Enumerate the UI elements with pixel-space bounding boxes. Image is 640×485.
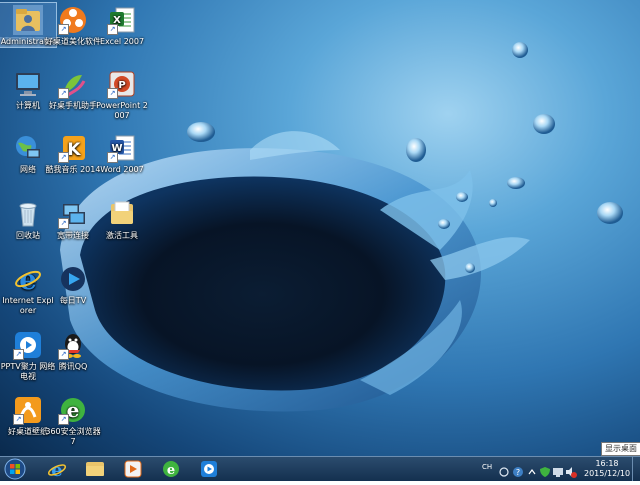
network-icon: [13, 133, 43, 163]
system-clock[interactable]: 16:18 2015/12/10: [584, 459, 630, 479]
clock-time: 16:18: [595, 459, 619, 468]
clock-date: 2015/12/10: [584, 469, 631, 478]
desktop-icon-excel[interactable]: X ↗ Excel 2007: [94, 3, 150, 47]
shortcut-arrow-icon: ↗: [13, 414, 24, 425]
computer-icon: [13, 69, 43, 99]
svg-text:e: e: [167, 463, 175, 478]
svg-text:?: ?: [516, 468, 520, 477]
taskbar-pptv-button[interactable]: [192, 459, 226, 479]
wallpaper-icon: ↗: [13, 395, 43, 425]
start-button[interactable]: [2, 457, 28, 481]
flower-icon: ↗: [58, 5, 88, 35]
taskbar-ie-button[interactable]: e: [40, 459, 74, 481]
show-desktop-tooltip: 显示桌面: [601, 442, 640, 456]
windows-logo-icon: [4, 458, 26, 480]
shortcut-arrow-icon: ↗: [107, 152, 118, 163]
word-icon: W ↗: [107, 133, 137, 163]
svg-text:P: P: [118, 80, 125, 91]
user-folder-icon: [13, 5, 43, 35]
taskbar-explorer-button[interactable]: [78, 459, 112, 479]
shortcut-arrow-icon: ↗: [107, 88, 118, 99]
excel-icon: X ↗: [107, 5, 137, 35]
svg-text:e: e: [19, 264, 37, 294]
svg-text:K: K: [67, 140, 81, 160]
ie-icon: e: [47, 460, 67, 481]
taskbar-media-player-button[interactable]: [116, 459, 150, 479]
desktop-icon-qq[interactable]: ↗ 腾讯QQ: [45, 328, 101, 372]
desktop-icon-broadband[interactable]: ↗ 宽带连接: [45, 197, 101, 241]
desktop-icon-phone-assistant[interactable]: ↗ 好桌手机助手: [45, 67, 101, 111]
folder-icon: [86, 462, 104, 476]
desktop-icon-activation-tools[interactable]: 激活工具: [94, 197, 150, 241]
desktop[interactable]: Administrator 计算机 网络 回收站 e Internet Expl…: [0, 0, 640, 456]
shortcut-arrow-icon: ↗: [58, 414, 69, 425]
recycle-bin-icon: [13, 199, 43, 229]
desktop-icon-meiri-tv[interactable]: 每日TV: [45, 262, 101, 306]
shortcut-arrow-icon: ↗: [107, 24, 118, 35]
pptv-icon: ↗: [13, 330, 43, 360]
desktop-icon-powerpoint[interactable]: P ↗ PowerPoint 2007: [94, 67, 150, 121]
shortcut-arrow-icon: ↗: [58, 349, 69, 360]
folder-icon: [107, 199, 137, 229]
qq-icon: ↗: [58, 330, 88, 360]
desktop-icon-kuwo-music[interactable]: K ↗ 酷我音乐 2014: [45, 131, 101, 175]
shortcut-arrow-icon: ↗: [58, 24, 69, 35]
360-browser-icon: e: [163, 461, 179, 478]
taskbar-360-browser-button[interactable]: e: [154, 459, 188, 479]
ie-icon: e: [13, 263, 43, 296]
desktop-icon-beautify[interactable]: ↗ 好桌道美化软件: [45, 3, 101, 47]
phone-assistant-icon: ↗: [58, 69, 88, 99]
input-method-icon[interactable]: [498, 463, 510, 477]
desktop-icon-360-browser[interactable]: e ↗ 360安全浏览器7: [45, 393, 101, 447]
security-shield-icon[interactable]: [539, 463, 551, 477]
network-status-icon[interactable]: [552, 463, 564, 477]
svg-text:e: e: [51, 460, 62, 479]
taskbar: e e CH ? 16:18 2015/12/10: [0, 456, 640, 481]
volume-icon[interactable]: [565, 463, 577, 478]
language-indicator[interactable]: CH: [482, 463, 492, 471]
tv-icon: [58, 264, 88, 294]
pptv-icon: [201, 461, 217, 477]
shortcut-arrow-icon: ↗: [58, 218, 69, 229]
desktop-icon-word[interactable]: W ↗ Word 2007: [94, 131, 150, 175]
360-browser-icon: e ↗: [58, 395, 88, 425]
media-player-icon: [124, 460, 142, 478]
powerpoint-icon: P ↗: [107, 69, 137, 99]
tray-expand-icon[interactable]: [526, 463, 538, 475]
kuwo-music-icon: K ↗: [58, 133, 88, 163]
shortcut-arrow-icon: ↗: [58, 88, 69, 99]
show-desktop-button[interactable]: [632, 457, 640, 481]
help-icon[interactable]: ?: [512, 463, 524, 477]
broadband-icon: ↗: [58, 199, 88, 229]
shortcut-arrow-icon: ↗: [58, 152, 69, 163]
shortcut-arrow-icon: ↗: [13, 349, 24, 360]
